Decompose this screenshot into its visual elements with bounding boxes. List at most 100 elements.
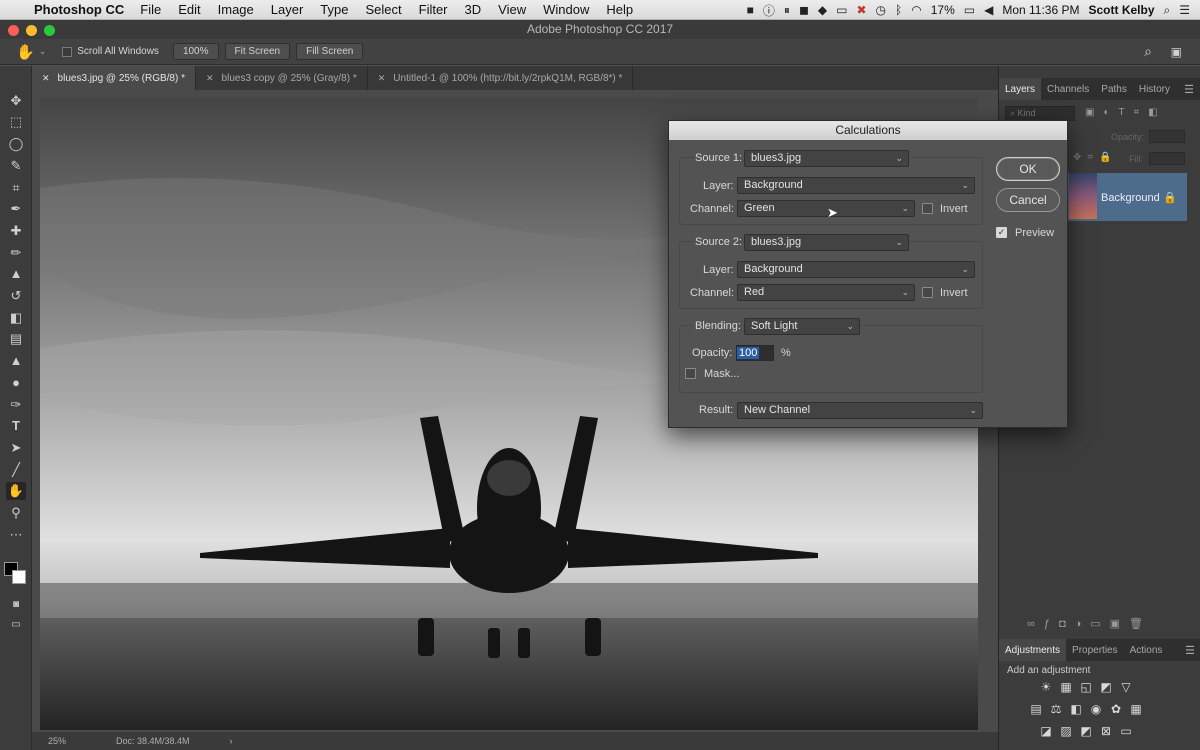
panel-menu-icon[interactable]: ☰ [1185, 639, 1195, 661]
color-balance-icon[interactable]: ⚖ [1049, 702, 1063, 716]
posterize-icon[interactable]: ▨ [1059, 724, 1073, 738]
blur-tool-icon[interactable]: ▲ [6, 352, 26, 370]
time-machine-icon[interactable]: ◷ [876, 3, 886, 17]
menu-view[interactable]: View [498, 2, 526, 17]
brush-tool-icon[interactable]: ✏ [6, 244, 26, 262]
type-tool-icon[interactable]: T [6, 417, 26, 435]
tab-actions[interactable]: Actions [1124, 639, 1169, 661]
tab-layers[interactable]: Layers [999, 78, 1042, 100]
layer-actions-bar[interactable]: ∞ƒ◘◑▭▣🗑 [1027, 617, 1152, 630]
hand-tool-icon[interactable]: ✋ [6, 482, 26, 500]
move-tool-icon[interactable]: ✥ [6, 92, 26, 110]
screen-mode-icon[interactable]: ▭ [6, 616, 26, 634]
quick-mask-icon[interactable]: ◙ [6, 596, 26, 614]
source1-select[interactable]: blues3.jpg ⌄ [744, 150, 909, 167]
menu-window[interactable]: Window [543, 2, 589, 17]
lasso-tool-icon[interactable]: ◯ [6, 135, 26, 153]
zoom-tool-icon[interactable]: ⚲ [6, 504, 26, 522]
tab-untitled-1[interactable]: ✕ Untitled-1 @ 100% (http://bit.ly/2rpkQ… [368, 66, 634, 90]
menu-file[interactable]: File [140, 2, 161, 17]
menu-3d[interactable]: 3D [465, 2, 482, 17]
close-tab-icon[interactable]: ✕ [378, 73, 386, 84]
menu-help[interactable]: Help [606, 2, 633, 17]
fit-screen-button[interactable]: Fit Screen [224, 43, 291, 60]
opacity-input[interactable]: 100 [736, 345, 774, 361]
vibrance-icon[interactable]: ▽ [1119, 680, 1133, 694]
tab-adjustments[interactable]: Adjustments [999, 639, 1067, 661]
crop-tool-icon[interactable]: ⌗ [6, 179, 26, 197]
scroll-all-windows-checkbox[interactable] [62, 46, 73, 57]
black-white-icon[interactable]: ◧ [1069, 702, 1083, 716]
menu-filter[interactable]: Filter [419, 2, 448, 17]
ok-button[interactable]: OK [996, 157, 1060, 181]
chevron-down-icon[interactable]: ⌄ [39, 46, 47, 57]
bluetooth-icon[interactable]: ᛒ [895, 3, 902, 17]
workspace-icon[interactable]: ▣ [1171, 45, 1182, 59]
invert-icon[interactable]: ◪ [1039, 724, 1053, 738]
brightness-icon[interactable]: ☀ [1039, 680, 1053, 694]
source2-select[interactable]: blues3.jpg ⌄ [744, 234, 909, 251]
tab-blues3-copy[interactable]: ✕ blues3 copy @ 25% (Gray/8) * [196, 66, 368, 90]
volume-icon[interactable]: ◀ [984, 3, 993, 17]
zoom-100-button[interactable]: 100% [172, 43, 219, 60]
invert1-checkbox[interactable] [922, 203, 933, 214]
lock-icon[interactable]: 🔒 [1163, 191, 1177, 204]
pause-icon[interactable]: ⏸ [784, 3, 790, 18]
zoom-level[interactable]: 25% [48, 736, 108, 746]
info-icon[interactable]: ⓘ [763, 2, 775, 19]
layer-filter-icons[interactable]: ▣◐T⌗◧ [1085, 107, 1167, 118]
eyedropper-tool-icon[interactable]: ✒ [6, 200, 26, 218]
tab-history[interactable]: History [1133, 78, 1176, 100]
menu-select[interactable]: Select [365, 2, 401, 17]
wifi-icon[interactable]: ◠ [911, 3, 921, 17]
cast-icon[interactable]: ▭ [836, 3, 847, 17]
color-lookup-icon[interactable]: ▦ [1129, 702, 1143, 716]
minimize-window-button[interactable] [26, 25, 37, 36]
user-name[interactable]: Scott Kelby [1088, 3, 1154, 17]
panel-menu-icon[interactable]: ☰ [1184, 78, 1194, 100]
line-tool-icon[interactable]: ╱ [6, 461, 26, 479]
cancel-button[interactable]: Cancel [996, 188, 1060, 212]
mask-checkbox[interactable] [685, 368, 696, 379]
tab-properties[interactable]: Properties [1066, 639, 1124, 661]
menu-edit[interactable]: Edit [178, 2, 200, 17]
search-icon[interactable]: ⌕ [1144, 43, 1152, 60]
curves-icon[interactable]: ◱ [1079, 680, 1093, 694]
history-brush-tool-icon[interactable]: ↺ [6, 287, 26, 305]
result-select[interactable]: New Channel ⌄ [737, 402, 983, 419]
close-tab-icon[interactable]: ✕ [42, 73, 50, 84]
status-menu-arrow-icon[interactable]: › [230, 736, 233, 746]
tab-paths[interactable]: Paths [1095, 78, 1133, 100]
layer-name[interactable]: Background [1101, 192, 1160, 204]
healing-tool-icon[interactable]: ✚ [6, 222, 26, 240]
gradient-map-icon[interactable]: ▭ [1119, 724, 1133, 738]
path-select-tool-icon[interactable]: ➤ [6, 439, 26, 457]
quick-select-tool-icon[interactable]: ✎ [6, 157, 26, 175]
pen-tool-icon[interactable]: ✑ [6, 396, 26, 414]
hue-saturation-icon[interactable]: ▤ [1029, 702, 1043, 716]
more-tools-icon[interactable]: ⋯ [6, 526, 26, 544]
close-window-button[interactable] [8, 25, 19, 36]
selective-color-icon[interactable]: ⊠ [1099, 724, 1113, 738]
notification-center-icon[interactable]: ☰ [1179, 3, 1190, 17]
stamp-tool-icon[interactable]: ▲ [6, 265, 26, 283]
clock[interactable]: Mon 11:36 PM [1002, 3, 1079, 17]
marquee-tool-icon[interactable]: ⬚ [6, 113, 26, 131]
battery-icon[interactable]: ▭ [964, 3, 975, 17]
exposure-icon[interactable]: ◩ [1099, 680, 1113, 694]
hand-tool-icon[interactable]: ✋ [16, 43, 35, 61]
menu-layer[interactable]: Layer [271, 2, 304, 17]
blending-select[interactable]: Soft Light ⌄ [744, 318, 860, 335]
photo-filter-icon[interactable]: ◉ [1089, 702, 1103, 716]
layer1-select[interactable]: Background ⌄ [737, 177, 975, 194]
layer-kind-filter[interactable]: ⌕ Kind [1005, 106, 1075, 121]
app-menu[interactable]: Photoshop CC [34, 2, 124, 17]
dodge-tool-icon[interactable]: ● [6, 374, 26, 392]
close-tab-icon[interactable]: ✕ [206, 73, 214, 84]
fill-field[interactable] [1149, 152, 1185, 165]
tab-blues3[interactable]: ✕ blues3.jpg @ 25% (RGB/8) * [32, 66, 196, 90]
threshold-icon[interactable]: ◩ [1079, 724, 1093, 738]
spotlight-icon[interactable]: ⌕ [1164, 3, 1171, 18]
background-color-swatch[interactable] [12, 570, 26, 584]
levels-icon[interactable]: ▦ [1059, 680, 1073, 694]
